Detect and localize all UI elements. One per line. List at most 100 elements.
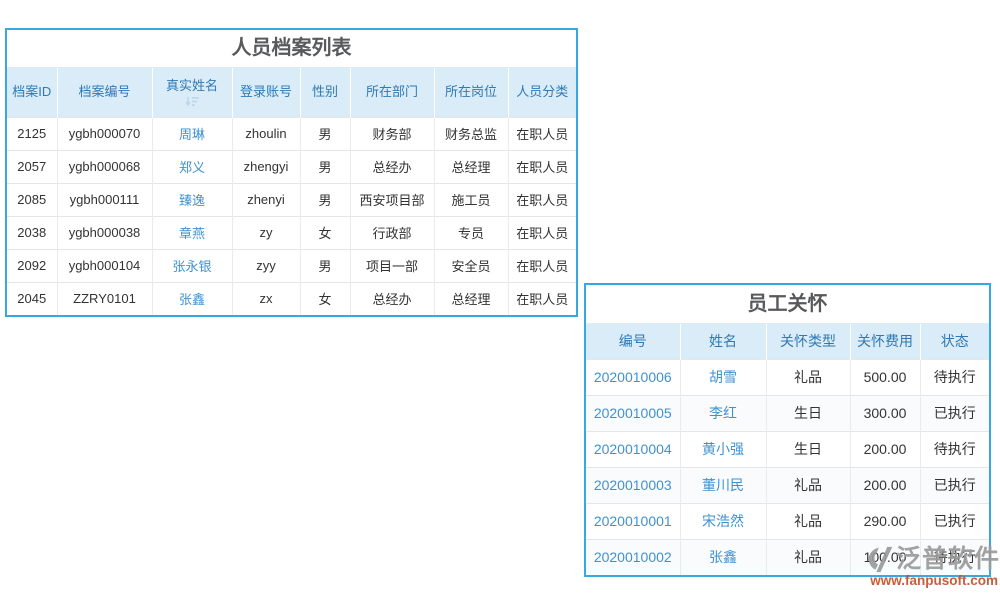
column-header: 登录账号 (232, 68, 300, 117)
column-header: 所在部门 (350, 68, 434, 117)
table-row: 2085ygbh000111臻逸zhenyi男西安项目部施工员在职人员 (7, 183, 576, 216)
cell: 宋浩然 (680, 503, 766, 539)
cell-link[interactable]: 黄小强 (702, 441, 744, 457)
column-header: 人员分类 (508, 68, 576, 117)
cell-link[interactable]: 2020010001 (594, 513, 672, 529)
header-row: 档案ID 档案编号 真实姓名 登录账号性别所在部门所在岗位 人员分类 (7, 68, 576, 117)
cell: 2020010001 (586, 503, 680, 539)
cell: 胡雪 (680, 359, 766, 395)
cell-link[interactable]: 臻逸 (179, 193, 205, 208)
cell: 待执行 (920, 431, 989, 467)
cell-link[interactable]: 郑义 (179, 160, 205, 175)
table-row: 2045ZZRY0101张鑫zx女总经办总经理在职人员 (7, 282, 576, 315)
column-header-label: 档案ID (12, 84, 51, 99)
cell: 行政部 (350, 216, 434, 249)
cell: zx (232, 282, 300, 315)
cell: 项目一部 (350, 249, 434, 282)
cell-link[interactable]: 2020010002 (594, 549, 672, 565)
cell-link[interactable]: 李红 (709, 405, 737, 421)
cell: 已执行 (920, 395, 989, 431)
cell: 500.00 (850, 359, 920, 395)
cell: 待执行 (920, 359, 989, 395)
cell-link[interactable]: 2020010005 (594, 405, 672, 421)
column-header: 所在岗位 (434, 68, 508, 117)
cell: 财务部 (350, 117, 434, 150)
cell-link[interactable]: 胡雪 (709, 369, 737, 385)
cell-link[interactable]: 2020010004 (594, 441, 672, 457)
sort-icon[interactable] (155, 96, 230, 107)
table-row: 2020010005李红生日300.00已执行 (586, 395, 989, 431)
cell: 2092 (7, 249, 57, 282)
cell: zy (232, 216, 300, 249)
column-header-label: 登录账号 (240, 84, 292, 99)
cell-link[interactable]: 董川民 (702, 477, 744, 493)
cell: 2038 (7, 216, 57, 249)
cell: 2020010006 (586, 359, 680, 395)
cell: 男 (300, 117, 350, 150)
cell: zhoulin (232, 117, 300, 150)
cell: ygbh000038 (57, 216, 152, 249)
column-header: 编号 (586, 324, 680, 359)
employee-care-title: 员工关怀 (586, 285, 989, 324)
column-header: 状态 (920, 324, 989, 359)
column-header: 档案编号 (57, 68, 152, 117)
cell: ygbh000068 (57, 150, 152, 183)
cell: 在职人员 (508, 216, 576, 249)
cell: 在职人员 (508, 117, 576, 150)
cell-link[interactable]: 章燕 (179, 226, 205, 241)
column-header-label: 所在岗位 (445, 84, 497, 99)
cell: 290.00 (850, 503, 920, 539)
column-header: 关怀类型 (766, 324, 850, 359)
table-row: 2020010003董川民礼品200.00已执行 (586, 467, 989, 503)
cell: 100.00 (850, 539, 920, 575)
table-row: 2092ygbh000104张永银zyy男项目一部安全员在职人员 (7, 249, 576, 282)
column-header: 性别 (300, 68, 350, 117)
cell: 郑义 (152, 150, 232, 183)
cell: 李红 (680, 395, 766, 431)
cell: 男 (300, 150, 350, 183)
cell: 礼品 (766, 539, 850, 575)
cell-link[interactable]: 宋浩然 (702, 513, 744, 529)
column-header-label: 人员分类 (516, 84, 568, 99)
header-row: 编号 姓名 关怀类型关怀费用 状态 (586, 324, 989, 359)
cell: 张鑫 (680, 539, 766, 575)
table-row: 2125ygbh000070周琳zhoulin男财务部财务总监在职人员 (7, 117, 576, 150)
cell-link[interactable]: 2020010003 (594, 477, 672, 493)
column-header-label: 真实姓名 (166, 78, 218, 93)
cell: 2085 (7, 183, 57, 216)
table-row: 2020010006 胡雪 礼品500.00待执行 (586, 359, 989, 395)
cell: 女 (300, 216, 350, 249)
column-header-label: 姓名 (709, 333, 737, 349)
table-row: 2020010001宋浩然礼品290.00已执行 (586, 503, 989, 539)
cell: 专员 (434, 216, 508, 249)
personnel-archive-table: 档案ID档案编号真实姓名登录账号性别所在部门所在岗位人员分类 2125ygbh0… (7, 68, 576, 315)
table-row: 2020010002张鑫礼品100.00待执行 (586, 539, 989, 575)
cell: 周琳 (152, 117, 232, 150)
cell: 总经理 (434, 282, 508, 315)
employee-care-table: 编号姓名关怀类型关怀费用状态 2020010006胡雪礼品500.00待执行20… (586, 324, 989, 575)
table-row: 2038ygbh000038 章燕 zy女行政部专员在职人员 (7, 216, 576, 249)
cell: 礼品 (766, 359, 850, 395)
cell: 男 (300, 249, 350, 282)
cell-link[interactable]: 张永银 (172, 259, 211, 274)
cell: 章燕 (152, 216, 232, 249)
column-header: 关怀费用 (850, 324, 920, 359)
cell-link[interactable]: 张鑫 (709, 549, 737, 565)
cell: 生日 (766, 395, 850, 431)
column-header-label: 档案编号 (78, 84, 130, 99)
column-header-label: 关怀类型 (780, 333, 836, 349)
cell-link[interactable]: 2020010006 (594, 369, 672, 385)
cell: 臻逸 (152, 183, 232, 216)
cell: zyy (232, 249, 300, 282)
column-header-label: 状态 (941, 333, 969, 349)
cell: 西安项目部 (350, 183, 434, 216)
cell: 在职人员 (508, 249, 576, 282)
cell-link[interactable]: 周琳 (179, 127, 205, 142)
cell: 女 (300, 282, 350, 315)
cell: 200.00 (850, 467, 920, 503)
column-header[interactable]: 真实姓名 (152, 68, 232, 117)
column-header-label: 编号 (619, 333, 647, 349)
personnel-archive-title: 人员档案列表 (7, 30, 576, 68)
cell: ygbh000111 (57, 183, 152, 216)
cell-link[interactable]: 张鑫 (179, 292, 205, 307)
